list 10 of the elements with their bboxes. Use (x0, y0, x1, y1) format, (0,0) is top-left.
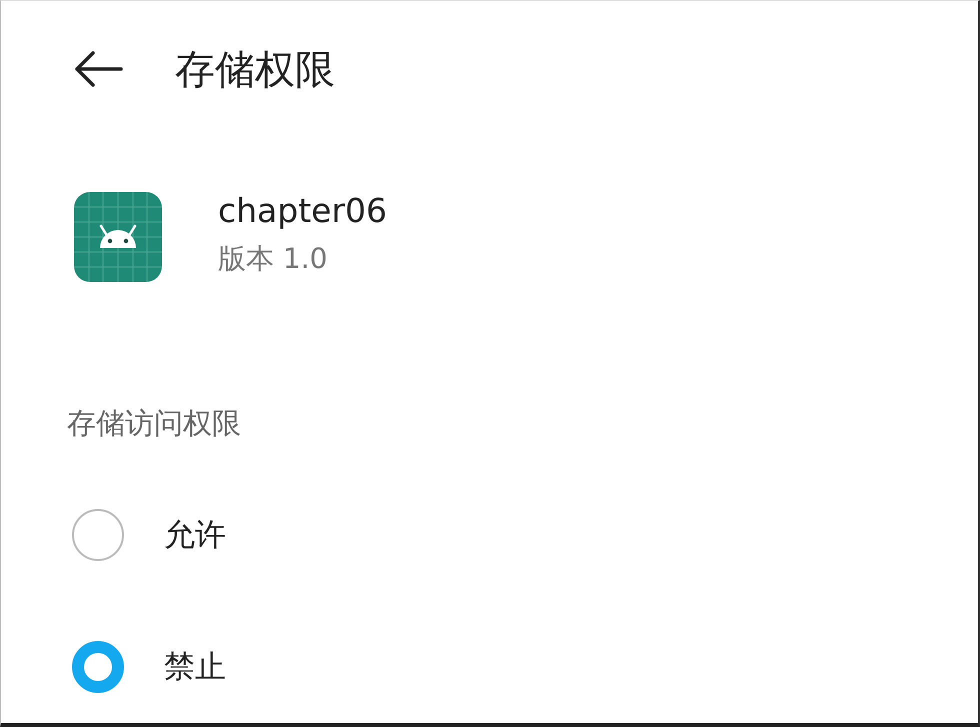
radio-button[interactable] (70, 639, 126, 695)
app-version: 版本 1.0 (218, 241, 328, 277)
page-title: 存储权限 (175, 46, 335, 94)
radio-button[interactable] (70, 507, 126, 563)
option-label: 禁止 (164, 648, 226, 687)
app-name: chapter06 (218, 190, 388, 232)
section-title: 存储访问权限 (66, 405, 242, 442)
back-icon[interactable] (73, 49, 123, 89)
option-label: 允许 (164, 516, 226, 555)
android-app-icon (74, 192, 162, 282)
